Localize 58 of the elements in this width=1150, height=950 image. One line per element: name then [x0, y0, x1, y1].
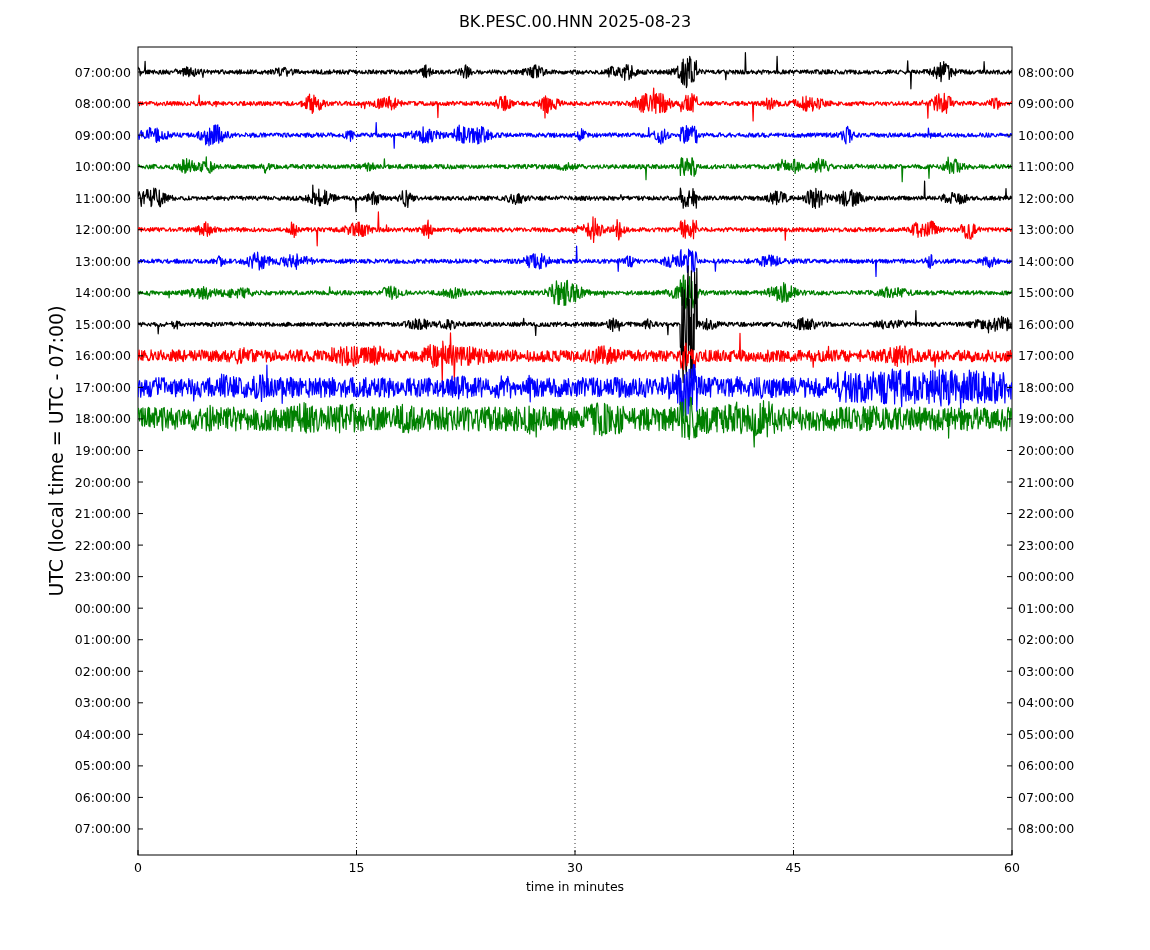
- y-tick-label: 14:00:00: [1018, 253, 1075, 269]
- y-tick-label: 13:00:00: [1018, 222, 1075, 238]
- y-tick-label: 12:00:00: [74, 222, 131, 238]
- y-tick-label: 19:00:00: [1018, 411, 1075, 427]
- chart-title: BK.PESC.00.HNN 2025-08-23: [458, 12, 692, 31]
- y-tick-label: 17:00:00: [74, 379, 131, 395]
- y-tick-label: 18:00:00: [1018, 379, 1075, 395]
- y-tick-label: 12:00:00: [1018, 190, 1075, 206]
- y-tick-label: 05:00:00: [74, 758, 131, 774]
- x-tick-label: 45: [785, 860, 802, 875]
- y-tick-label: 13:00:00: [74, 253, 131, 269]
- y-tick-label: 16:00:00: [74, 348, 131, 364]
- y-tick-label: 15:00:00: [1018, 285, 1075, 301]
- y-tick-label: 08:00:00: [1018, 821, 1075, 837]
- y-tick-label: 21:00:00: [74, 506, 131, 522]
- y-tick-label: 02:00:00: [1018, 632, 1075, 648]
- y-tick-label: 22:00:00: [1018, 506, 1075, 522]
- y-tick-label: 09:00:00: [1018, 96, 1075, 112]
- y-tick-label: 04:00:00: [1018, 695, 1075, 711]
- y-tick-label: 16:00:00: [1018, 316, 1075, 332]
- y-tick-label: 03:00:00: [74, 695, 131, 711]
- y-tick-label: 07:00:00: [74, 64, 131, 80]
- x-tick-label: 15: [348, 860, 365, 875]
- y-tick-label: 00:00:00: [74, 600, 131, 616]
- y-tick-label: 17:00:00: [1018, 348, 1075, 364]
- y-tick-label: 00:00:00: [1018, 569, 1075, 585]
- y-tick-label: 09:00:00: [74, 127, 131, 143]
- x-tick-label: 0: [134, 860, 142, 875]
- y-axis-label: UTC (local time = UTC - 07:00): [45, 305, 67, 597]
- y-tick-label: 22:00:00: [74, 537, 131, 553]
- y-tick-label: 11:00:00: [74, 190, 131, 206]
- y-tick-label: 08:00:00: [1018, 64, 1075, 80]
- y-tick-label: 20:00:00: [1018, 443, 1075, 458]
- y-tick-label: 20:00:00: [74, 474, 131, 490]
- y-tick-label: 01:00:00: [74, 632, 131, 648]
- y-tick-label: 03:00:00: [1018, 663, 1075, 679]
- y-tick-label: 23:00:00: [74, 569, 131, 585]
- y-tick-label: 15:00:00: [74, 316, 131, 332]
- y-tick-label: 08:00:00: [74, 96, 131, 112]
- y-tick-label: 02:00:00: [74, 663, 131, 679]
- y-tick-label: 07:00:00: [1018, 789, 1075, 805]
- x-axis-label: time in minutes: [525, 879, 625, 894]
- y-tick-label: 10:00:00: [74, 159, 131, 175]
- y-tick-label: 18:00:00: [74, 411, 131, 427]
- x-tick-label: 30: [567, 860, 583, 875]
- y-tick-label: 07:00:00: [74, 821, 131, 837]
- y-tick-label: 05:00:00: [1018, 726, 1075, 742]
- y-tick-label: 10:00:00: [1018, 127, 1075, 143]
- y-tick-label: 19:00:00: [74, 443, 131, 458]
- y-tick-label: 11:00:00: [1018, 159, 1075, 175]
- y-tick-label: 04:00:00: [74, 726, 131, 742]
- x-tick-label: 60: [1004, 860, 1020, 875]
- y-tick-label: 23:00:00: [1018, 537, 1075, 553]
- y-tick-label: 06:00:00: [1018, 758, 1075, 774]
- y-tick-label: 21:00:00: [1018, 474, 1075, 490]
- y-tick-label: 14:00:00: [74, 285, 131, 301]
- y-tick-label: 01:00:00: [1018, 600, 1075, 616]
- y-tick-label: 06:00:00: [74, 789, 131, 805]
